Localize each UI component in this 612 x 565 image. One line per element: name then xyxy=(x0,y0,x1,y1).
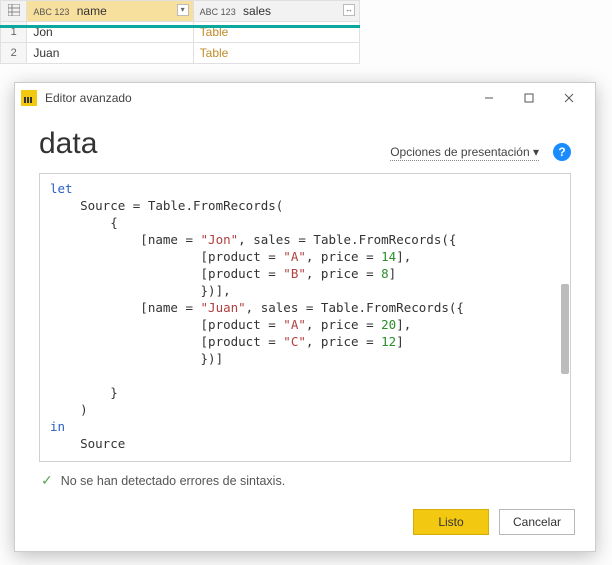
dialog-title: Editor avanzado xyxy=(45,91,132,105)
query-preview-table: ABC 123 name ▾ ABC 123 sales ↔ 1 Jon Tab… xyxy=(0,0,360,64)
chevron-down-icon: ▾ xyxy=(533,145,539,159)
powerbi-icon xyxy=(21,90,37,106)
cell-name[interactable]: Juan xyxy=(27,43,193,64)
query-name-heading: data xyxy=(39,127,97,161)
ok-button[interactable]: Listo xyxy=(413,509,489,535)
maximize-button[interactable] xyxy=(509,84,549,112)
minimize-button[interactable] xyxy=(469,84,509,112)
check-icon: ✓ xyxy=(41,472,53,489)
column-header-name[interactable]: ABC 123 name ▾ xyxy=(27,1,193,22)
syntax-status: ✓ No se han detectado errores de sintaxi… xyxy=(39,462,571,495)
column-header-text: sales xyxy=(243,4,271,18)
cell-sales-link[interactable]: Table xyxy=(193,43,359,64)
row-index: 2 xyxy=(1,43,27,64)
column-header-sales[interactable]: ABC 123 sales ↔ xyxy=(193,1,359,22)
table-row[interactable]: 2 Juan Table xyxy=(1,43,360,64)
advanced-editor-dialog: Editor avanzado data Opciones de present… xyxy=(14,82,596,552)
status-text: No se han detectado errores de sintaxis. xyxy=(61,474,285,488)
column-header-text: name xyxy=(77,4,107,18)
presentation-options-dropdown[interactable]: Opciones de presentación ▾ xyxy=(390,145,539,161)
datatype-icon: ABC 123 xyxy=(200,7,236,17)
table-corner-icon[interactable] xyxy=(1,1,27,22)
dialog-titlebar: Editor avanzado xyxy=(15,83,595,113)
close-button[interactable] xyxy=(549,84,589,112)
code-editor[interactable]: let Source = Table.FromRecords( { [name … xyxy=(39,173,571,462)
datatype-icon: ABC 123 xyxy=(33,7,69,17)
table-accent-bar xyxy=(0,25,360,28)
scrollbar-thumb[interactable] xyxy=(561,284,569,374)
code-editor-content[interactable]: let Source = Table.FromRecords( { [name … xyxy=(40,174,570,461)
help-icon[interactable]: ? xyxy=(553,143,571,161)
column-expand-icon[interactable]: ↔ xyxy=(343,4,355,16)
column-filter-dropdown[interactable]: ▾ xyxy=(177,4,189,16)
cancel-button[interactable]: Cancelar xyxy=(499,509,575,535)
